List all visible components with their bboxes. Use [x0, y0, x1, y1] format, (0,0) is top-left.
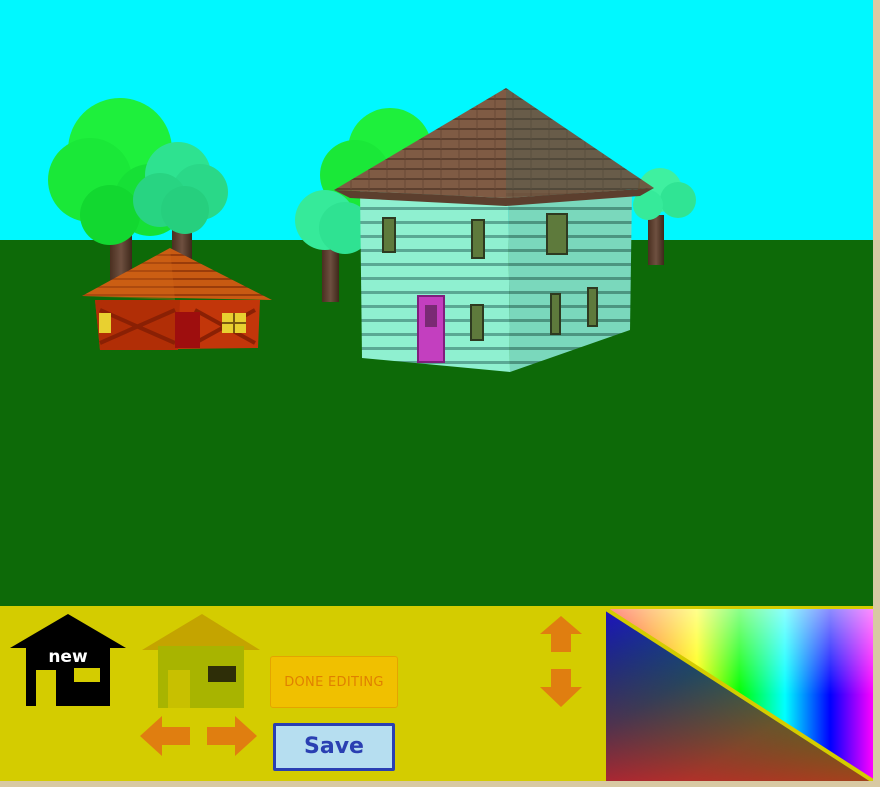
- rotate-right-button[interactable]: [207, 716, 257, 756]
- editor-toolbar: new DONE EDITING Save: [0, 606, 875, 783]
- edit-house-button[interactable]: [142, 614, 260, 708]
- rotate-right-arrow-icon: [207, 716, 257, 756]
- color-picker[interactable]: [604, 607, 875, 783]
- new-house-button[interactable]: new: [10, 614, 126, 706]
- 3d-scene-viewport[interactable]: [0, 0, 873, 606]
- rotate-left-button[interactable]: [140, 716, 190, 756]
- new-house-icon: [10, 614, 126, 706]
- color-gradient-triangle: [604, 607, 875, 783]
- move-up-button[interactable]: [540, 616, 582, 652]
- move-up-arrow-icon: [540, 616, 582, 652]
- edit-house-icon: [142, 614, 260, 708]
- move-down-button[interactable]: [540, 669, 582, 707]
- move-down-arrow-icon: [540, 669, 582, 707]
- done-editing-button[interactable]: DONE EDITING: [270, 656, 398, 708]
- rotate-left-arrow-icon: [140, 716, 190, 756]
- save-button[interactable]: Save: [273, 723, 395, 771]
